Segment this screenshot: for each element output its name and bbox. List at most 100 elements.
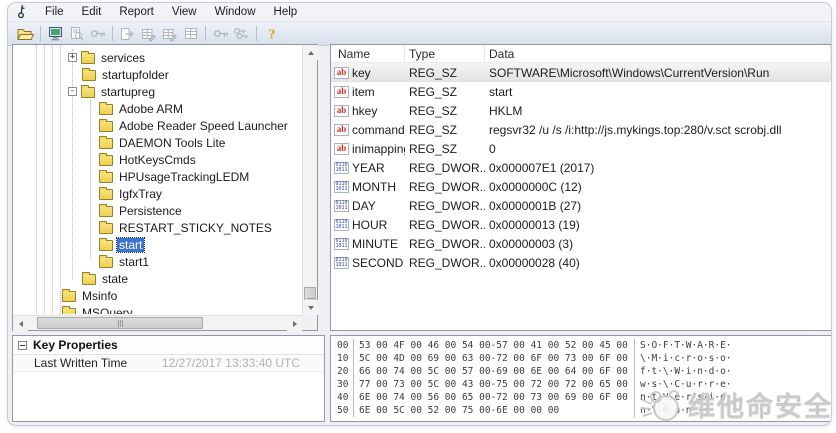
menu-window[interactable]: Window <box>206 5 265 19</box>
menu-file[interactable]: File <box>36 5 73 19</box>
app-window: File Edit Report View Window Help ? +ser… <box>7 2 832 426</box>
tree-item-msquery[interactable]: MSQuery <box>14 304 301 314</box>
tree-item-label: RESTART_STICKY_NOTES <box>117 221 274 235</box>
tree-item-hpusagetrackingledm[interactable]: HPUsageTrackingLEDM <box>14 168 301 185</box>
tree-item-label: HPUsageTrackingLEDM <box>117 170 251 184</box>
tree-item-daemon-tools-lite[interactable]: DAEMON Tools Lite <box>14 134 301 151</box>
hex-row: 0053 00 4F 00 46 00 54 00-57 00 41 00 52… <box>335 339 831 352</box>
value-data: SOFTWARE\Microsoft\Windows\CurrentVersio… <box>485 66 831 80</box>
scroll-down-button[interactable] <box>303 300 318 315</box>
report-list-icon[interactable] <box>180 24 201 44</box>
tree-item-hotkeyscmds[interactable]: HotKeysCmds <box>14 151 301 168</box>
menu-view[interactable]: View <box>163 5 206 19</box>
column-header-type[interactable]: Type <box>405 45 485 62</box>
value-row-hkey[interactable]: hkeyREG_SZHKLM <box>331 101 831 120</box>
tree-item-msinfo[interactable]: Msinfo <box>14 287 301 304</box>
value-data: 0x00000028 (40) <box>485 256 831 270</box>
report-preview-icon[interactable] <box>66 24 87 44</box>
horizontal-scroll-thumb[interactable] <box>37 317 203 329</box>
values-list: keyREG_SZSOFTWARE\Microsoft\Windows\Curr… <box>331 63 831 272</box>
collapse-icon[interactable]: - <box>68 87 77 96</box>
folder-icon <box>99 121 113 132</box>
value-data: 0x00000003 (3) <box>485 237 831 251</box>
value-row-key[interactable]: keyREG_SZSOFTWARE\Microsoft\Windows\Curr… <box>331 63 831 82</box>
tree-item-label: Persistence <box>117 204 184 218</box>
key-properties-panel: Key Properties Last Written Time12/27/20… <box>12 335 325 422</box>
folder-icon <box>62 291 76 302</box>
value-row-inimapping[interactable]: inimappingREG_SZ0 <box>331 139 831 158</box>
value-row-second[interactable]: SECONDREG_DWOR...0x00000028 (40) <box>331 253 831 272</box>
tree-item-adobe-reader-speed-launcher[interactable]: Adobe Reader Speed Launcher <box>14 117 301 134</box>
tree-item-label: HotKeysCmds <box>117 153 198 167</box>
folder-icon <box>62 308 76 314</box>
hex-bytes: 6E 00 5C 00 52 00 75 00-6E 00 00 00 <box>354 404 635 417</box>
tree-item-label: start1 <box>117 255 151 269</box>
value-row-month[interactable]: MONTHREG_DWOR...0x0000000C (12) <box>331 177 831 196</box>
menu-help[interactable]: Help <box>265 5 307 19</box>
column-header-name[interactable]: Name <box>331 45 405 62</box>
edit-report-icon[interactable] <box>138 24 159 44</box>
tree-item-label: DAEMON Tools Lite <box>117 136 227 150</box>
value-data: 0x000007E1 (2017) <box>485 161 831 175</box>
value-row-year[interactable]: YEARREG_DWOR...0x000007E1 (2017) <box>331 158 831 177</box>
tree-item-startupfolder[interactable]: startupfolder <box>14 66 301 83</box>
menu-bar: File Edit Report View Window Help <box>8 3 831 22</box>
tree-item-label: state <box>100 272 130 286</box>
string-value-icon <box>334 124 349 136</box>
value-row-item[interactable]: itemREG_SZstart <box>331 82 831 101</box>
folder-icon <box>99 257 113 268</box>
tree-item-igfxtray[interactable]: IgfxTray <box>14 185 301 202</box>
hex-offset: 20 <box>335 365 354 378</box>
tree-vertical-scrollbar[interactable] <box>302 45 317 315</box>
hex-row: 506E 00 5C 00 52 00 75 00-6E 00 00 00n·\… <box>335 404 831 417</box>
menu-report[interactable]: Report <box>110 5 163 19</box>
menu-edit[interactable]: Edit <box>73 5 111 19</box>
value-data: HKLM <box>485 104 831 118</box>
export-icon[interactable] <box>117 24 138 44</box>
dword-value-icon <box>334 238 349 250</box>
folder-icon <box>99 104 113 115</box>
tree-item-startupreg[interactable]: -startupreg <box>14 83 301 100</box>
report-computer-icon[interactable] <box>45 24 66 44</box>
hex-ascii: n·\·R·u·n··· <box>635 404 709 417</box>
value-type: REG_SZ <box>405 66 485 80</box>
hex-offset: 30 <box>335 378 354 391</box>
keys-icon[interactable] <box>231 24 252 44</box>
collapse-icon[interactable] <box>18 341 27 350</box>
dword-value-icon <box>334 219 349 231</box>
folder-icon <box>99 172 113 183</box>
tree-horizontal-scrollbar[interactable] <box>13 315 302 330</box>
tree-item-start[interactable]: start <box>14 236 301 253</box>
hex-offset: 40 <box>335 391 354 404</box>
folder-icon <box>99 223 113 234</box>
hex-ascii: w·s·\·C·u·r·r·e· <box>635 378 732 391</box>
edit-report-2-icon[interactable] <box>159 24 180 44</box>
column-header-data[interactable]: Data <box>485 45 831 62</box>
expand-icon[interactable]: + <box>68 53 77 62</box>
scroll-up-button[interactable] <box>303 45 318 60</box>
add-key-icon[interactable] <box>210 24 231 44</box>
tree-item-state[interactable]: state <box>14 270 301 287</box>
hex-offset: 50 <box>335 404 354 417</box>
folder-icon <box>81 87 95 98</box>
tree-item-restart-sticky-notes[interactable]: RESTART_STICKY_NOTES <box>14 219 301 236</box>
value-row-day[interactable]: DAYREG_DWOR...0x0000001B (27) <box>331 196 831 215</box>
string-value-icon <box>334 67 349 79</box>
values-panel: Name Type Data keyREG_SZSOFTWARE\Microso… <box>330 44 831 331</box>
key-icon[interactable] <box>87 24 108 44</box>
open-file-icon[interactable] <box>15 24 36 44</box>
value-row-command[interactable]: commandREG_SZregsvr32 /u /s /i:http://js… <box>331 120 831 139</box>
tree-item-services[interactable]: +services <box>14 49 301 66</box>
values-header: Name Type Data <box>331 45 831 63</box>
scroll-right-button[interactable] <box>287 316 302 331</box>
help-icon[interactable]: ? <box>261 24 282 44</box>
tree-item-persistence[interactable]: Persistence <box>14 202 301 219</box>
tree-item-start1[interactable]: start1 <box>14 253 301 270</box>
value-data: 0x0000000C (12) <box>485 180 831 194</box>
tree-item-label: Msinfo <box>80 289 119 303</box>
scroll-left-button[interactable] <box>13 316 28 331</box>
tree-item-label: Adobe ARM <box>117 102 185 116</box>
value-row-hour[interactable]: HOURREG_DWOR...0x00000013 (19) <box>331 215 831 234</box>
tree-item-adobe-arm[interactable]: Adobe ARM <box>14 100 301 117</box>
value-row-minute[interactable]: MINUTEREG_DWOR...0x00000003 (3) <box>331 234 831 253</box>
